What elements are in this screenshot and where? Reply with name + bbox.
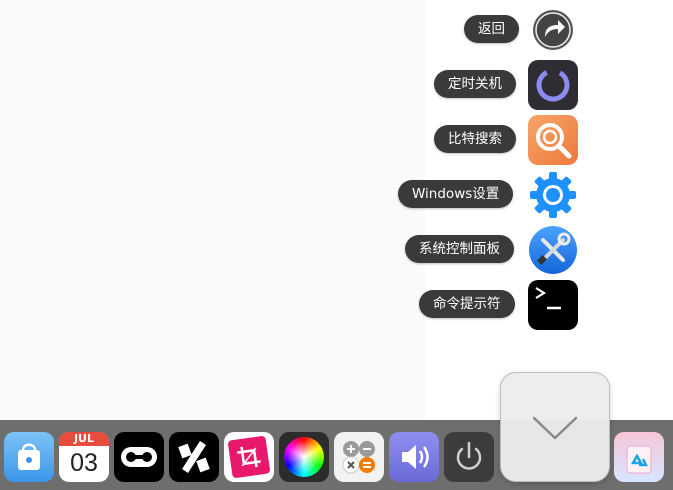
calendar-month: JUL: [59, 432, 109, 446]
power-icon[interactable]: [444, 432, 494, 482]
search-magnifier-icon[interactable]: [528, 115, 578, 165]
calendar-day: 03: [70, 449, 98, 477]
menu-item-label[interactable]: 命令提示符: [419, 290, 515, 318]
crop-icon[interactable]: [224, 432, 274, 482]
calendar-icon[interactable]: JUL 03: [59, 432, 109, 482]
terminal-icon[interactable]: [528, 280, 578, 330]
recycle-bin-icon[interactable]: [614, 432, 664, 482]
menu-item-label[interactable]: Windows设置: [398, 180, 514, 208]
menu-item-label[interactable]: 系统控制面板: [405, 235, 514, 263]
collapse-menu-button[interactable]: [500, 372, 610, 482]
menu-item-label[interactable]: 比特搜索: [434, 125, 516, 153]
tools-icon[interactable]: [528, 225, 578, 275]
percent-icon[interactable]: [169, 432, 219, 482]
store-bag-icon[interactable]: [4, 432, 54, 482]
menu-item-label[interactable]: 定时关机: [434, 70, 516, 98]
chevron-down-icon: [532, 416, 578, 440]
gear-icon[interactable]: [528, 170, 578, 220]
calculator-icon[interactable]: [334, 432, 384, 482]
timer-shutdown-icon[interactable]: [528, 60, 578, 110]
speaker-icon[interactable]: [389, 432, 439, 482]
voicemail-icon[interactable]: [114, 432, 164, 482]
color-wheel-icon[interactable]: [279, 432, 329, 482]
menu-item-label[interactable]: 返回: [464, 15, 519, 43]
share-arrow-icon[interactable]: [528, 5, 578, 55]
